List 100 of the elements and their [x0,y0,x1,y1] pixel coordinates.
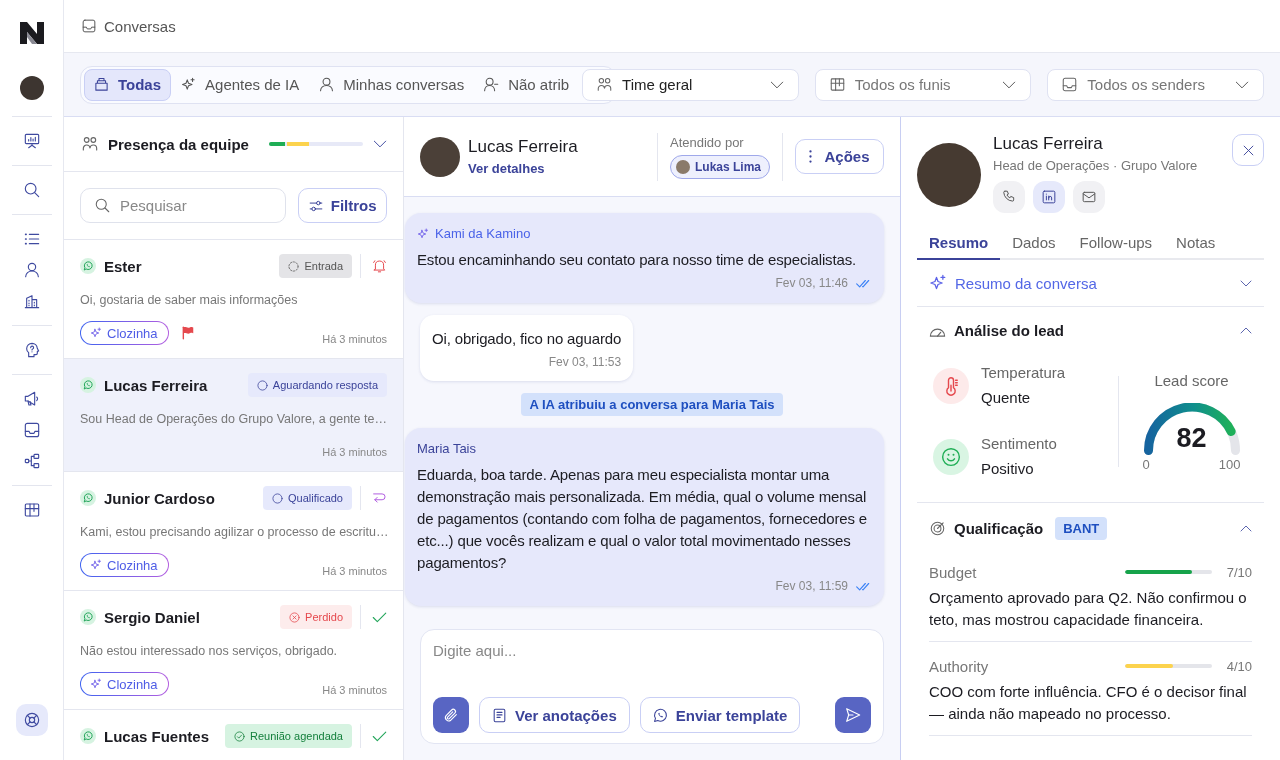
check-icon[interactable] [372,611,387,623]
inbox-icon[interactable] [23,422,40,438]
inbox-icon [82,19,96,33]
composer-button[interactable]: Ver anotações [479,697,630,733]
chevron-up-icon[interactable] [1240,326,1252,334]
whatsapp-icon [652,707,668,723]
section-title[interactable]: Análise do lead [954,321,1065,339]
sliders-icon [308,198,323,213]
criterion-note: Orçamento aprovado para Q2. Não confirmou o teto, mas mostrou capacidade financeira. [929,588,1248,630]
status-label: Entrada [304,260,343,272]
section-title[interactable]: Resumo da conversa [955,274,1097,292]
whatsapp-icon [80,258,96,274]
contact-button[interactable] [993,181,1025,213]
status-label: Perdido [305,611,343,623]
filter-tab[interactable]: Todas [84,68,172,101]
contact-name: Junior Cardoso [104,489,216,507]
filter-tab[interactable]: Minhas conversas [309,68,475,101]
people-icon [597,77,613,92]
chevron-up-icon[interactable] [1240,524,1252,532]
chevron-down-icon [769,80,784,89]
filter-dropdown[interactable]: Time geral [582,68,799,101]
message-composer[interactable]: Digite aqui... Ver anotações Enviar template [420,629,884,744]
dashed-circle-icon [288,260,300,272]
contact-name: Lucas Ferreira [104,376,209,394]
return-arrow-icon[interactable] [372,491,387,505]
chevron-down-icon [1002,80,1017,89]
logo-icon[interactable] [19,22,44,44]
framework-badge: BANT [1055,516,1108,540]
avatar[interactable] [19,76,44,100]
message-preview: Kami, estou precisando agilizar o processo de escritu… [80,524,387,541]
scale-min-label: 0 [1142,456,1150,472]
panel-tab[interactable]: Dados [1000,234,1068,260]
contact-button[interactable] [1033,181,1065,213]
head-icon[interactable] [23,342,40,358]
help-button[interactable] [15,704,48,736]
assigned-label: Atendido por [669,134,744,150]
metric-label: Sentimento [981,434,1057,454]
contact-name: Sergio Daniel [104,608,201,626]
conversation-item[interactable]: Lucas Ferreira Aguardando resposta Sou Head de Operações do Grupo Valore, a gente te… Há 3 minutos [64,359,403,472]
target-icon [929,520,946,536]
search-input[interactable]: Pesquisar [120,197,260,214]
x-circle-icon [289,611,301,623]
circle-icon [271,492,283,504]
criterion-name: Budget [929,563,978,581]
hierarchy-icon[interactable] [23,453,40,469]
assignee-name: Lukas Lima [694,159,761,174]
tag-label: Clozinha [107,557,158,573]
chevron-down-icon[interactable] [1240,279,1252,287]
bell-icon[interactable] [372,259,387,273]
chevron-down-icon [1235,80,1249,89]
avatar [675,159,690,174]
whatsapp-icon [80,377,96,393]
actions-button[interactable]: Ações [795,139,884,174]
filter-dropdown[interactable]: Todos os senders [1047,68,1264,101]
tray-icon [94,77,109,92]
chevron-down-icon[interactable] [373,140,387,148]
sparkle-icon [929,274,947,292]
sparkle-icon [90,678,102,690]
phone-icon [1002,190,1016,204]
send-button[interactable] [835,697,871,733]
board-icon[interactable] [23,502,40,518]
panel-tab[interactable]: Follow-ups [1067,234,1165,260]
details-link[interactable]: Ver detalhes [468,161,657,176]
message-text: Oi, obrigado, fico no aguardo [432,329,622,349]
panel-tab[interactable]: Notas [1164,234,1228,260]
search-field[interactable]: Pesquisar [80,188,287,223]
message-preview: Não estou interessado nos serviços, obrigado. [80,643,339,660]
criterion-score: 4/10 [1225,658,1252,674]
message-time: Fev 03, 11:53 [548,355,622,369]
circle-icon [256,379,268,391]
presentation-icon[interactable] [23,133,40,149]
people-icon [82,136,98,152]
message-preview: Sou Head de Operações do Grupo Valore, a gente te… [80,411,387,428]
inbox-icon [1062,77,1078,92]
sparkle-icon [90,559,102,571]
whatsapp-icon [80,609,96,625]
list-icon[interactable] [23,231,40,247]
sparkle-icon [90,327,102,339]
attach-button[interactable] [433,697,469,733]
search-icon[interactable] [23,182,40,198]
contact-button[interactable] [1073,181,1105,213]
status-label: Aguardando resposta [272,379,378,391]
filter-tab[interactable]: Não atrib [474,68,580,101]
timestamp: Há 3 minutos [322,565,387,577]
check-icon[interactable] [372,730,387,742]
sparkle-icon [181,77,197,92]
composer-button[interactable]: Enviar template [639,697,801,733]
filter-tab[interactable]: Agentes de IA [171,68,310,101]
message-text: Estou encaminhando seu contato para nosso time de especialistas. [417,250,857,270]
section-title[interactable]: Qualificação [954,519,1044,537]
filter-dropdown[interactable]: Todos os funis [814,68,1032,101]
megaphone-icon[interactable] [23,391,40,407]
panel-tab[interactable]: Resumo [917,234,1001,260]
user-icon [319,77,335,92]
filters-button[interactable]: Filtros [298,188,387,223]
building-icon[interactable] [23,293,40,309]
metric-label: Temperatura [981,363,1066,383]
notes-icon [492,707,507,723]
user-icon[interactable] [23,262,40,278]
message-input[interactable]: Digite aqui... [433,642,871,697]
